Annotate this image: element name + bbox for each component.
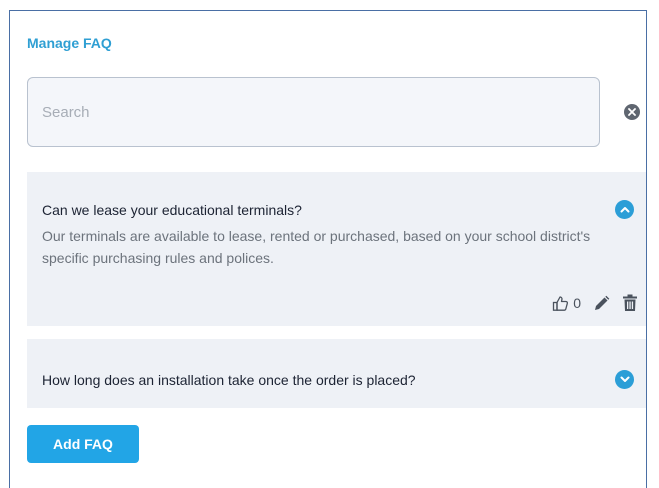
page-title: Manage FAQ	[27, 35, 112, 51]
trash-icon[interactable]	[622, 294, 638, 312]
chevron-up-icon[interactable]	[615, 200, 634, 219]
add-faq-button[interactable]: Add FAQ	[27, 425, 139, 463]
faq-actions: 0	[552, 292, 638, 314]
faq-question[interactable]: How long does an installation take once …	[42, 372, 416, 388]
like-button[interactable]: 0	[552, 295, 581, 312]
like-count: 0	[573, 295, 581, 311]
search-input[interactable]	[27, 77, 600, 147]
faq-item: How long does an installation take once …	[27, 339, 646, 408]
faq-item: Can we lease your educational terminals?…	[27, 172, 646, 326]
chevron-down-icon[interactable]	[615, 370, 634, 389]
faq-question[interactable]: Can we lease your educational terminals?	[42, 202, 302, 218]
faq-answer: Our terminals are available to lease, re…	[42, 228, 591, 266]
clear-search-icon[interactable]	[624, 104, 640, 120]
thumbs-up-icon	[552, 295, 569, 312]
pencil-icon[interactable]	[593, 295, 610, 312]
manage-faq-panel: Manage FAQ Can we lease your educational…	[9, 10, 647, 488]
